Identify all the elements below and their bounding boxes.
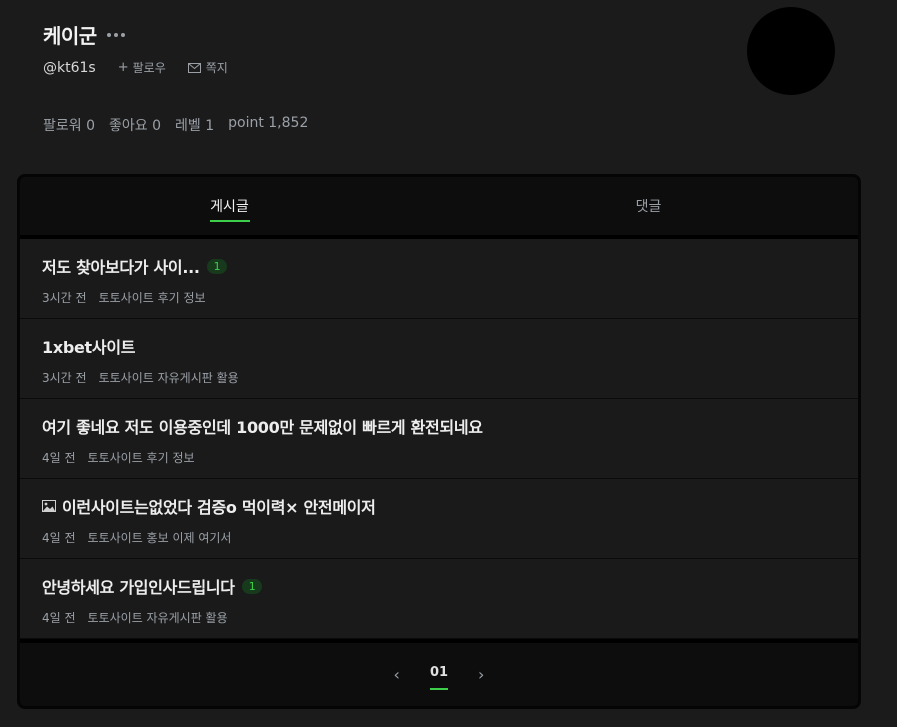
name-row: 케이군: [43, 20, 125, 49]
post-list: 저도 찾아보다가 사이... 1 3시간 전 토토사이트 후기 정보 1xbet…: [20, 239, 858, 639]
post-time: 3시간 전: [42, 371, 87, 385]
post-title-row: 안녕하세요 가입인사드립니다 1: [42, 575, 836, 597]
envelope-icon: [187, 62, 201, 73]
list-item[interactable]: 저도 찾아보다가 사이... 1 3시간 전 토토사이트 후기 정보: [20, 239, 858, 319]
post-board: 토토사이트 후기 정보: [98, 291, 206, 305]
post-title: 저도 찾아보다가 사이...: [42, 258, 200, 277]
post-board: 토토사이트 홍보 이제 여기서: [87, 531, 232, 545]
post-title: 여기 좋네요 저도 이용중인데 1000만 문제없이 빠르게 환전되네요: [42, 418, 483, 437]
post-title-row: 저도 찾아보다가 사이... 1: [42, 255, 836, 277]
image-icon: [42, 500, 56, 512]
follow-button[interactable]: + 팔로우: [118, 59, 166, 76]
point-stat: point 1,852: [228, 115, 309, 131]
post-board: 토토사이트 후기 정보: [87, 451, 195, 465]
prev-page-icon[interactable]: ‹: [394, 665, 400, 684]
post-time: 4일 전: [42, 531, 76, 545]
post-meta: 3시간 전 토토사이트 후기 정보: [42, 289, 836, 306]
tab-posts-label: 게시글: [210, 199, 249, 215]
post-title-row: 여기 좋네요 저도 이용중인데 1000만 문제없이 빠르게 환전되네요: [42, 415, 836, 437]
comment-count-badge: 1: [241, 578, 263, 594]
post-meta: 3시간 전 토토사이트 자유게시판 활용: [42, 369, 836, 386]
profile-stats: 팔로워 0 좋아요 0 레벨 1 point 1,852: [43, 115, 308, 135]
post-title-row: 1xbet사이트: [42, 335, 836, 357]
message-button[interactable]: 쪽지: [187, 59, 228, 76]
post-title: 1xbet사이트: [42, 338, 136, 357]
tab-bar: 게시글 댓글: [20, 177, 858, 239]
profile-handle: @kt61s: [43, 59, 96, 76]
plus-icon: +: [117, 60, 129, 75]
level-stat: 레벨 1: [175, 118, 215, 134]
post-meta: 4일 전 토토사이트 자유게시판 활용: [42, 609, 836, 626]
post-board: 토토사이트 자유게시판 활용: [98, 371, 239, 385]
list-item[interactable]: 1xbet사이트 3시간 전 토토사이트 자유게시판 활용: [20, 319, 858, 399]
post-time: 3시간 전: [42, 291, 87, 305]
list-item[interactable]: 이런사이트는없었다 검증o 먹이력× 안전메이저 4일 전 토토사이트 홍보 이…: [20, 479, 858, 559]
next-page-icon[interactable]: ›: [478, 665, 484, 684]
followers-stat: 팔로워 0: [43, 118, 95, 134]
tab-comments[interactable]: 댓글: [439, 177, 858, 235]
likes-stat: 좋아요 0: [109, 118, 161, 134]
activity-panel: 게시글 댓글 저도 찾아보다가 사이... 1 3시간 전 토토사이트 후기 정…: [17, 174, 861, 709]
profile-name: 케이군: [43, 24, 97, 48]
pagination: ‹ 01 ›: [20, 639, 858, 705]
list-item[interactable]: 여기 좋네요 저도 이용중인데 1000만 문제없이 빠르게 환전되네요 4일 …: [20, 399, 858, 479]
post-time: 4일 전: [42, 451, 76, 465]
post-board: 토토사이트 자유게시판 활용: [87, 611, 228, 625]
post-title-row: 이런사이트는없었다 검증o 먹이력× 안전메이저: [42, 495, 836, 517]
profile-header: 케이군 @kt61s + 팔로우 쪽지 팔로워 0 좋아요 0 레벨 1 poi…: [0, 0, 897, 175]
post-meta: 4일 전 토토사이트 홍보 이제 여기서: [42, 529, 836, 546]
tab-comments-label: 댓글: [635, 199, 662, 215]
post-title: 안녕하세요 가입인사드립니다: [42, 578, 235, 597]
comment-count-badge: 1: [206, 258, 228, 274]
post-meta: 4일 전 토토사이트 후기 정보: [42, 449, 836, 466]
tab-posts[interactable]: 게시글: [20, 177, 439, 235]
current-page[interactable]: 01: [429, 665, 449, 690]
message-label: 쪽지: [205, 61, 228, 75]
post-time: 4일 전: [42, 611, 76, 625]
post-title: 이런사이트는없었다 검증o 먹이력× 안전메이저: [62, 498, 376, 517]
handle-row: @kt61s + 팔로우 쪽지: [43, 59, 228, 76]
avatar: [747, 7, 835, 95]
follow-label: 팔로우: [132, 61, 166, 75]
list-item[interactable]: 안녕하세요 가입인사드립니다 1 4일 전 토토사이트 자유게시판 활용: [20, 559, 858, 639]
more-options-icon[interactable]: [106, 32, 125, 37]
